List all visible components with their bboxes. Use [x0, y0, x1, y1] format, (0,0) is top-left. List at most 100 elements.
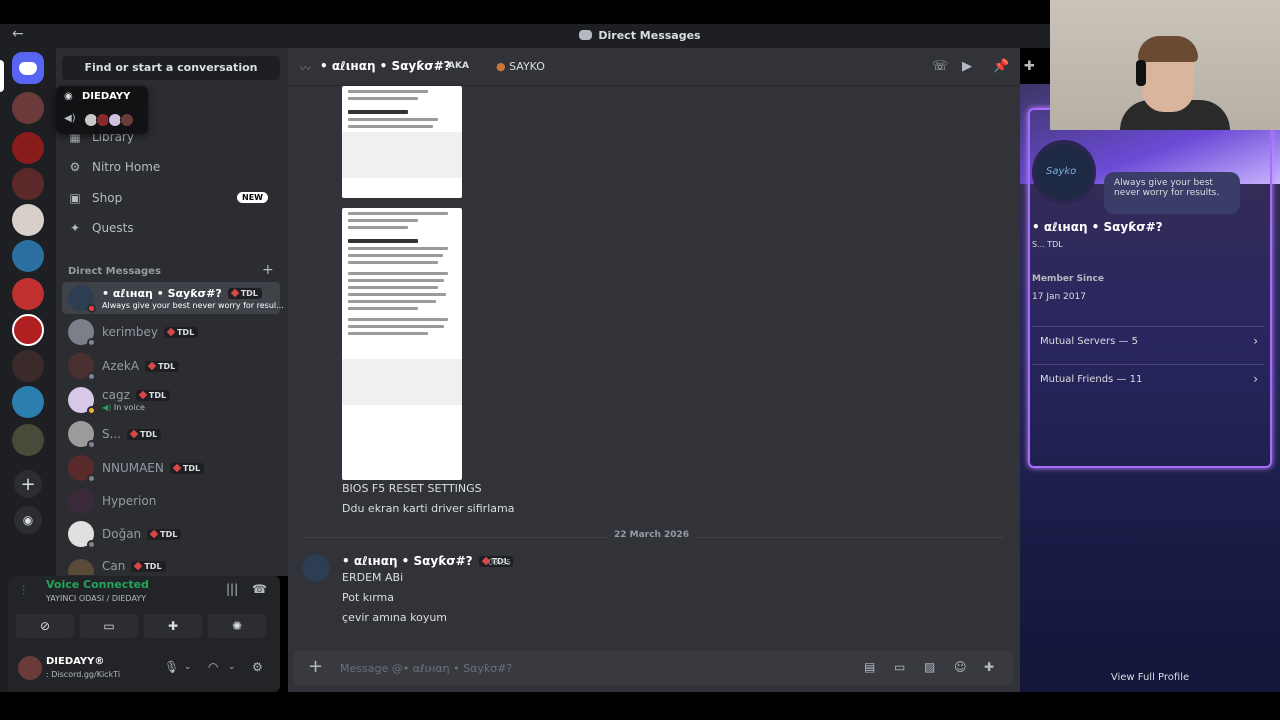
tag-icon [149, 529, 159, 539]
voice-channel[interactable]: YAYINCI ODASI / DIEDAYY [46, 594, 146, 603]
voice-panel: ⫶ Voice Connected YAYINCI ODASI / DIEDAY… [8, 576, 280, 646]
selected-pill [0, 60, 4, 92]
speaker-icon: ◉ [64, 91, 73, 102]
tag-icon [138, 390, 148, 400]
status-dot [87, 372, 96, 381]
nav-quests[interactable]: ✦ Quests [64, 215, 280, 241]
dm-status-text: In voice [113, 403, 145, 412]
status-dot [87, 338, 96, 347]
dm-section-header: Direct Messages [68, 266, 161, 277]
dm-item[interactable]: Doğan TDL [62, 518, 280, 550]
message-text: ERDEM ABi [342, 571, 404, 584]
avatar [68, 387, 96, 415]
server-icon[interactable] [12, 278, 44, 310]
server-icon[interactable] [12, 204, 44, 236]
aka-label: AKA [448, 61, 469, 71]
create-dm-icon[interactable]: + [262, 262, 274, 278]
user-status: : Discord.gg/KickTi [46, 670, 121, 679]
dm-name: Hyperion [102, 494, 157, 508]
new-badge: NEW [237, 192, 268, 203]
chat-header-name[interactable]: • αℓιнαη • Ѕαуƙσ#? [320, 59, 451, 73]
popup-title: DIEDAYY [82, 91, 131, 102]
message-timestamp: 03:35 [488, 558, 512, 567]
server-icon[interactable] [12, 350, 44, 382]
video-call-icon[interactable]: ▶ [962, 59, 972, 74]
server-folder-icon[interactable] [12, 424, 44, 456]
server-icon[interactable] [12, 240, 44, 272]
user-avatar[interactable] [18, 656, 42, 680]
member-since-date: 17 Jan 2017 [1032, 292, 1086, 302]
tag-badge: TDL [131, 561, 166, 572]
chevron-down-icon[interactable]: ⌄ [228, 662, 236, 672]
tag-badge: TDL [169, 463, 205, 474]
server-icon[interactable] [12, 386, 44, 418]
home-button[interactable] [12, 52, 44, 84]
image-attachment[interactable] [342, 208, 462, 480]
avatar [68, 353, 96, 381]
image-attachment[interactable] [342, 86, 462, 198]
soundboard-button[interactable]: ✺ [208, 614, 266, 638]
dm-name: Can [102, 559, 126, 573]
dm-item[interactable]: cagz TDL ◀) In voice [62, 384, 280, 416]
microphone-icon[interactable]: 🎙 [164, 660, 179, 674]
discord-app: ← Direct Messages + ◉ Find or start a co… [0, 0, 1280, 720]
gift-icon[interactable]: ▤ [864, 660, 875, 674]
server-icon[interactable] [12, 314, 44, 346]
server-icon[interactable] [12, 132, 44, 164]
volume-icon: ◀) [64, 113, 76, 124]
dm-name: • αℓιнαη • Ѕαуƙσ#? [102, 286, 222, 300]
activities-icon: ✚ [167, 619, 179, 633]
dm-name: kerimbey [102, 325, 158, 339]
dm-item[interactable]: NNUMAEN TDL [62, 452, 280, 484]
nav-shop[interactable]: ▣ Shop NEW [64, 185, 280, 211]
dm-name: Doğan [102, 527, 142, 541]
dm-item[interactable]: S... TDL [62, 418, 280, 450]
webcam-person-hair [1138, 36, 1198, 62]
profile-avatar[interactable]: Sayko [1032, 140, 1096, 204]
message-avatar[interactable] [302, 554, 330, 582]
chat-area: 〰 • αℓιнαη • Ѕαуƙσ#? AKA ● SAYKO ☏ ▶ 📌 ✚ [288, 48, 1050, 692]
camera-off-button[interactable]: ⊘ [16, 614, 74, 638]
status-dot [87, 440, 96, 449]
mutual-friends-row[interactable]: Mutual Friends — 11 › [1032, 364, 1264, 394]
username[interactable]: DIEDAYY® [46, 656, 104, 667]
add-server-icon[interactable]: + [14, 470, 42, 498]
avatar [68, 319, 96, 347]
server-icon[interactable] [12, 168, 44, 200]
screen-share-button[interactable]: ▭ [80, 614, 138, 638]
sticker-icon[interactable]: ▨ [924, 660, 935, 674]
add-friends-icon[interactable]: ✚ [1024, 59, 1035, 74]
dm-item[interactable]: AzekA TDL [62, 350, 280, 382]
nav-nitro-home[interactable]: ⚙ Nitro Home [64, 154, 280, 180]
signal-icon: ⫶ [22, 584, 26, 598]
dm-item[interactable]: Can TDL [62, 551, 280, 575]
dm-item[interactable]: Hyperion [62, 485, 280, 517]
status-dot [87, 540, 96, 549]
view-full-profile-link[interactable]: View Full Profile [1020, 672, 1280, 683]
headphones-icon[interactable]: ◠ [208, 660, 218, 674]
gif-icon[interactable]: ▭ [894, 660, 905, 674]
apps-icon[interactable]: ✚ [984, 660, 994, 674]
dm-name: NNUMAEN [102, 461, 164, 475]
dm-item[interactable]: kerimbey TDL [62, 316, 280, 348]
attach-plus-icon[interactable]: + [308, 656, 323, 677]
pin-icon[interactable]: 📌 [993, 59, 1009, 74]
server-icon[interactable] [12, 92, 44, 124]
mutual-servers-row[interactable]: Mutual Servers — 5 › [1032, 326, 1264, 356]
chevron-down-icon[interactable]: ⌄ [184, 662, 192, 672]
message-composer: + ▤ ▭ ▨ ☺ ✚ [294, 650, 1014, 686]
emoji-icon[interactable]: ☺ [954, 660, 967, 674]
voice-channel-popup: ◉ DIEDAYY ◀) [56, 86, 148, 134]
profile-panel: Sayko Always give your best never worry … [1020, 84, 1280, 692]
disconnect-icon[interactable]: ☎ [252, 582, 267, 596]
voice-call-icon[interactable]: ☏ [932, 59, 948, 74]
message-input[interactable] [340, 658, 820, 678]
noise-suppression-icon[interactable]: ||| [226, 582, 238, 596]
tag-icon [147, 361, 157, 371]
avatar [68, 521, 96, 549]
activities-button[interactable]: ✚ [144, 614, 202, 638]
settings-gear-icon[interactable]: ⚙ [252, 660, 263, 674]
discover-icon[interactable]: ◉ [14, 506, 42, 534]
dm-item[interactable]: • αℓιнαη • Ѕαуƙσ#? TDL Always give your b… [62, 282, 284, 314]
search-conversation-button[interactable]: Find or start a conversation [62, 56, 280, 80]
